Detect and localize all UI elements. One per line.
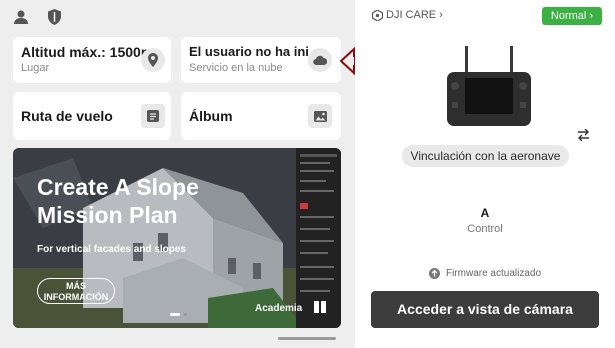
cloud-subtitle: Servicio en la nube — [189, 62, 283, 74]
swap-icon[interactable] — [576, 128, 590, 142]
home-indicator — [278, 337, 336, 340]
app-root: Altitud máx.: 1500m Lugar El usuario no … — [0, 0, 615, 348]
banner-title: Create A Slope Mission Plan — [37, 174, 199, 228]
book-icon — [313, 300, 327, 314]
user-icon[interactable] — [12, 8, 30, 26]
left-pane: Altitud máx.: 1500m Lugar El usuario no … — [0, 0, 355, 348]
firmware-text: Firmware actualizado — [445, 268, 542, 279]
right-pane: DJI CARE › Normal › Vinculación con la a… — [355, 0, 615, 348]
annotation-arrow-icon — [340, 46, 355, 76]
route-icon — [141, 104, 165, 128]
camera-view-button[interactable]: Acceder a vista de cámara — [371, 291, 599, 328]
normal-status-button[interactable]: Normal › — [542, 7, 602, 25]
link-aircraft-button[interactable]: Vinculación con la aeronave — [402, 145, 569, 167]
route-title: Ruta de vuelo — [21, 108, 113, 124]
album-card[interactable]: Álbum — [181, 92, 341, 140]
altitude-card[interactable]: Altitud máx.: 1500m Lugar — [13, 37, 171, 83]
academy-label: Academia — [255, 303, 303, 314]
firmware-status: Firmware actualizado — [355, 268, 615, 279]
carousel-dot[interactable] — [184, 313, 187, 316]
cloud-icon — [308, 48, 332, 72]
image-icon — [308, 104, 332, 128]
remote-controller-image — [447, 46, 531, 126]
carousel-dot-active[interactable] — [170, 313, 180, 316]
dji-care-icon — [372, 9, 383, 21]
altitude-subtitle: Lugar — [21, 62, 50, 74]
banner-subtitle: For vertical facades and slopes — [37, 244, 186, 255]
altitude-title: Altitud máx.: 1500m — [21, 44, 149, 60]
flight-route-card[interactable]: Ruta de vuelo — [13, 92, 171, 140]
more-info-button[interactable]: MÁS INFORMACIÓN — [37, 278, 115, 304]
academy-banner[interactable]: Create A Slope Mission Plan For vertical… — [13, 148, 341, 328]
album-title: Álbum — [189, 108, 233, 124]
normal-label: Normal — [550, 10, 587, 22]
dji-care-link[interactable]: DJI CARE › — [372, 9, 443, 21]
device-letter: A — [480, 206, 490, 220]
location-pin-icon — [141, 48, 165, 72]
cloud-service-card[interactable]: El usuario no ha ini Servicio en la nube — [181, 37, 341, 83]
shield-icon[interactable] — [45, 8, 63, 26]
upload-icon — [428, 268, 440, 279]
dji-care-label: DJI CARE — [386, 9, 437, 21]
device-label: Control — [467, 223, 503, 235]
chevron-right-icon: › — [439, 9, 443, 21]
cloud-title: El usuario no ha ini — [189, 44, 309, 59]
